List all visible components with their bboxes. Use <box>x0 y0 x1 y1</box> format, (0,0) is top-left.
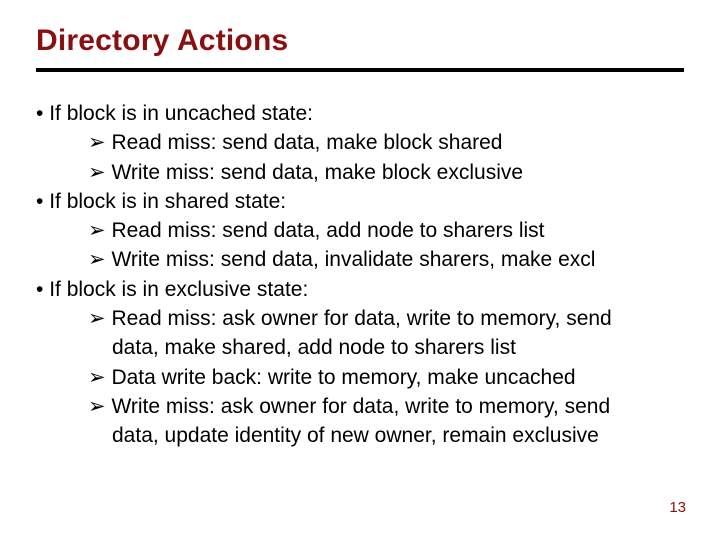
arrow-icon: ➢ <box>88 131 111 154</box>
bullet-text: If block is in uncached state: <box>49 102 313 125</box>
bullet-uncached: • If block is in uncached state: <box>36 100 684 127</box>
sub-item: ➢ Read miss: send data, make block share… <box>88 129 684 156</box>
sub-item: ➢ Write miss: send data, invalidate shar… <box>88 246 684 273</box>
sub-item-cont: data, make shared, add node to sharers l… <box>112 334 684 361</box>
sub-text: Read miss: send data, add node to sharer… <box>111 219 544 242</box>
sub-text: data, update identity of new owner, rema… <box>112 424 599 447</box>
arrow-icon: ➢ <box>88 248 111 271</box>
page-title: Directory Actions <box>36 24 684 58</box>
sub-text: Read miss: send data, make block shared <box>111 131 502 154</box>
sub-text: data, make shared, add node to sharers l… <box>112 336 516 359</box>
slide-body: • If block is in uncached state: ➢ Read … <box>36 100 684 450</box>
slide: Directory Actions • If block is in uncac… <box>0 0 720 540</box>
sub-text: Read miss: ask owner for data, write to … <box>111 307 611 330</box>
bullet-text: If block is in exclusive state: <box>49 278 308 301</box>
sub-item: ➢ Data write back: write to memory, make… <box>88 364 684 391</box>
page-number: 13 <box>669 499 686 516</box>
arrow-icon: ➢ <box>88 307 111 330</box>
sub-item: ➢ Read miss: send data, add node to shar… <box>88 217 684 244</box>
sub-text: Data write back: write to memory, make u… <box>111 366 575 389</box>
sub-text: Write miss: send data, invalidate sharer… <box>111 248 595 271</box>
title-rule <box>36 68 684 72</box>
bullet-exclusive: • If block is in exclusive state: <box>36 276 684 303</box>
bullet-shared: • If block is in shared state: <box>36 188 684 215</box>
arrow-icon: ➢ <box>88 366 111 389</box>
sub-text: Write miss: ask owner for data, write to… <box>111 395 610 418</box>
sub-item: ➢ Write miss: send data, make block excl… <box>88 159 684 186</box>
arrow-icon: ➢ <box>88 395 111 418</box>
arrow-icon: ➢ <box>88 219 111 242</box>
sub-text: Write miss: send data, make block exclus… <box>111 161 523 184</box>
arrow-icon: ➢ <box>88 161 111 184</box>
bullet-text: If block is in shared state: <box>49 190 286 213</box>
sub-item: ➢ Write miss: ask owner for data, write … <box>88 393 684 420</box>
sub-item-cont: data, update identity of new owner, rema… <box>112 422 684 449</box>
sub-item: ➢ Read miss: ask owner for data, write t… <box>88 305 684 332</box>
